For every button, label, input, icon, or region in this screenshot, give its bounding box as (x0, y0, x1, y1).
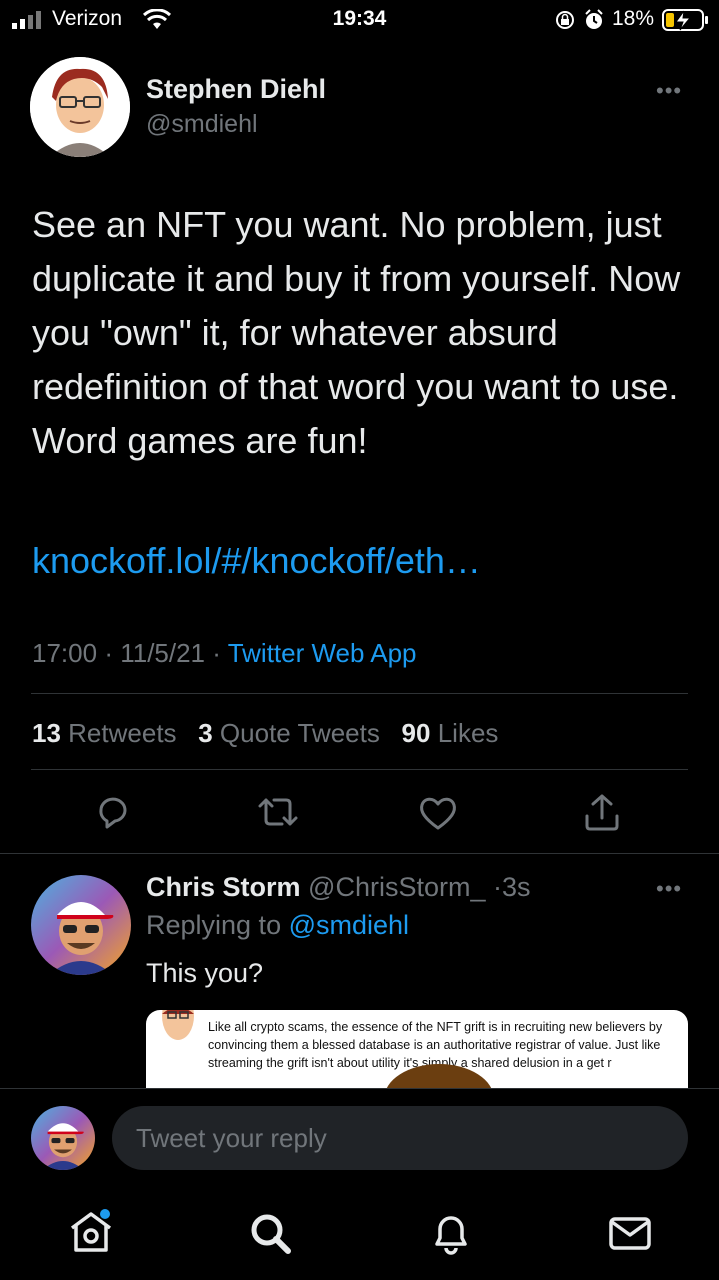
reply-author-handle[interactable]: @ChrisStorm_ (308, 872, 485, 902)
battery-charging-icon (662, 9, 708, 31)
likes-label: Likes (437, 718, 499, 748)
replying-to-handle[interactable]: @smdiehl (289, 910, 409, 940)
current-user-avatar-image (31, 1106, 95, 1170)
reply-author-name[interactable]: Chris Storm (146, 872, 301, 902)
meta-separator: · (104, 638, 121, 668)
meta-separator: · (212, 638, 228, 668)
tweet-time: 17:00 (32, 638, 98, 668)
more-options-icon[interactable]: ••• (656, 78, 682, 104)
reply-avatar-image (31, 875, 131, 975)
divider (31, 693, 688, 694)
author-name[interactable]: Stephen Diehl (146, 74, 326, 105)
quoted-avatar-image (162, 1010, 194, 1040)
reply-input[interactable] (112, 1106, 688, 1170)
tab-messages[interactable] (605, 1208, 655, 1258)
tab-home[interactable] (66, 1208, 116, 1258)
retweets-count: 13 (32, 718, 61, 748)
tweet-date: 11/5/21 (120, 638, 206, 668)
retweet-icon[interactable] (256, 794, 300, 830)
likes-count: 90 (401, 718, 431, 748)
tweet-source[interactable]: Twitter Web App (228, 638, 417, 668)
reply-age: 3s (502, 872, 531, 902)
tweet-meta: 17:00 · 11/5/21 · Twitter Web App (32, 638, 417, 669)
tweet-stats: 13 Retweets 3 Quote Tweets 90 Likes (32, 718, 498, 749)
reply-text: This you? (146, 958, 264, 988)
tweet-text: See an NFT you want. No problem, just du… (32, 204, 681, 461)
divider (31, 769, 688, 770)
alarm-icon (585, 9, 603, 29)
divider (0, 853, 719, 854)
current-user-avatar[interactable] (31, 1106, 95, 1170)
reply-separator: · (493, 872, 503, 902)
status-bar: Verizon 19:34 18% (0, 0, 719, 40)
tab-search[interactable] (245, 1208, 295, 1258)
replying-to: Replying to @smdiehl (146, 910, 409, 941)
likes-stat[interactable]: 90 Likes (402, 718, 499, 748)
reply-icon[interactable] (93, 792, 133, 832)
tab-bar (0, 1190, 719, 1280)
share-icon[interactable] (582, 792, 622, 832)
replying-prefix: Replying to (146, 910, 282, 940)
like-heart-icon[interactable] (418, 794, 458, 832)
battery-percent: 18% (612, 7, 655, 30)
quotes-count: 3 (198, 718, 213, 748)
author-handle[interactable]: @smdiehl (146, 110, 258, 139)
reply-header: Chris Storm @ChrisStorm_ ·3s (146, 872, 531, 903)
reply-more-options-icon[interactable]: ••• (656, 876, 682, 902)
home-notification-dot (100, 1209, 110, 1219)
retweets-label: Retweets (68, 718, 177, 748)
tab-notifications[interactable] (426, 1208, 476, 1258)
quotes-label: Quote Tweets (219, 718, 380, 748)
tweet-link[interactable]: knockoff.lol/#/knockoff/eth… (32, 540, 481, 582)
author-avatar[interactable] (30, 57, 130, 157)
reply-author-avatar[interactable] (31, 875, 131, 975)
cartoon-avatar-image (30, 57, 130, 157)
quotes-stat[interactable]: 3 Quote Tweets (198, 718, 380, 748)
retweets-stat[interactable]: 13 Retweets (32, 718, 177, 748)
orientation-lock-icon (556, 11, 574, 29)
